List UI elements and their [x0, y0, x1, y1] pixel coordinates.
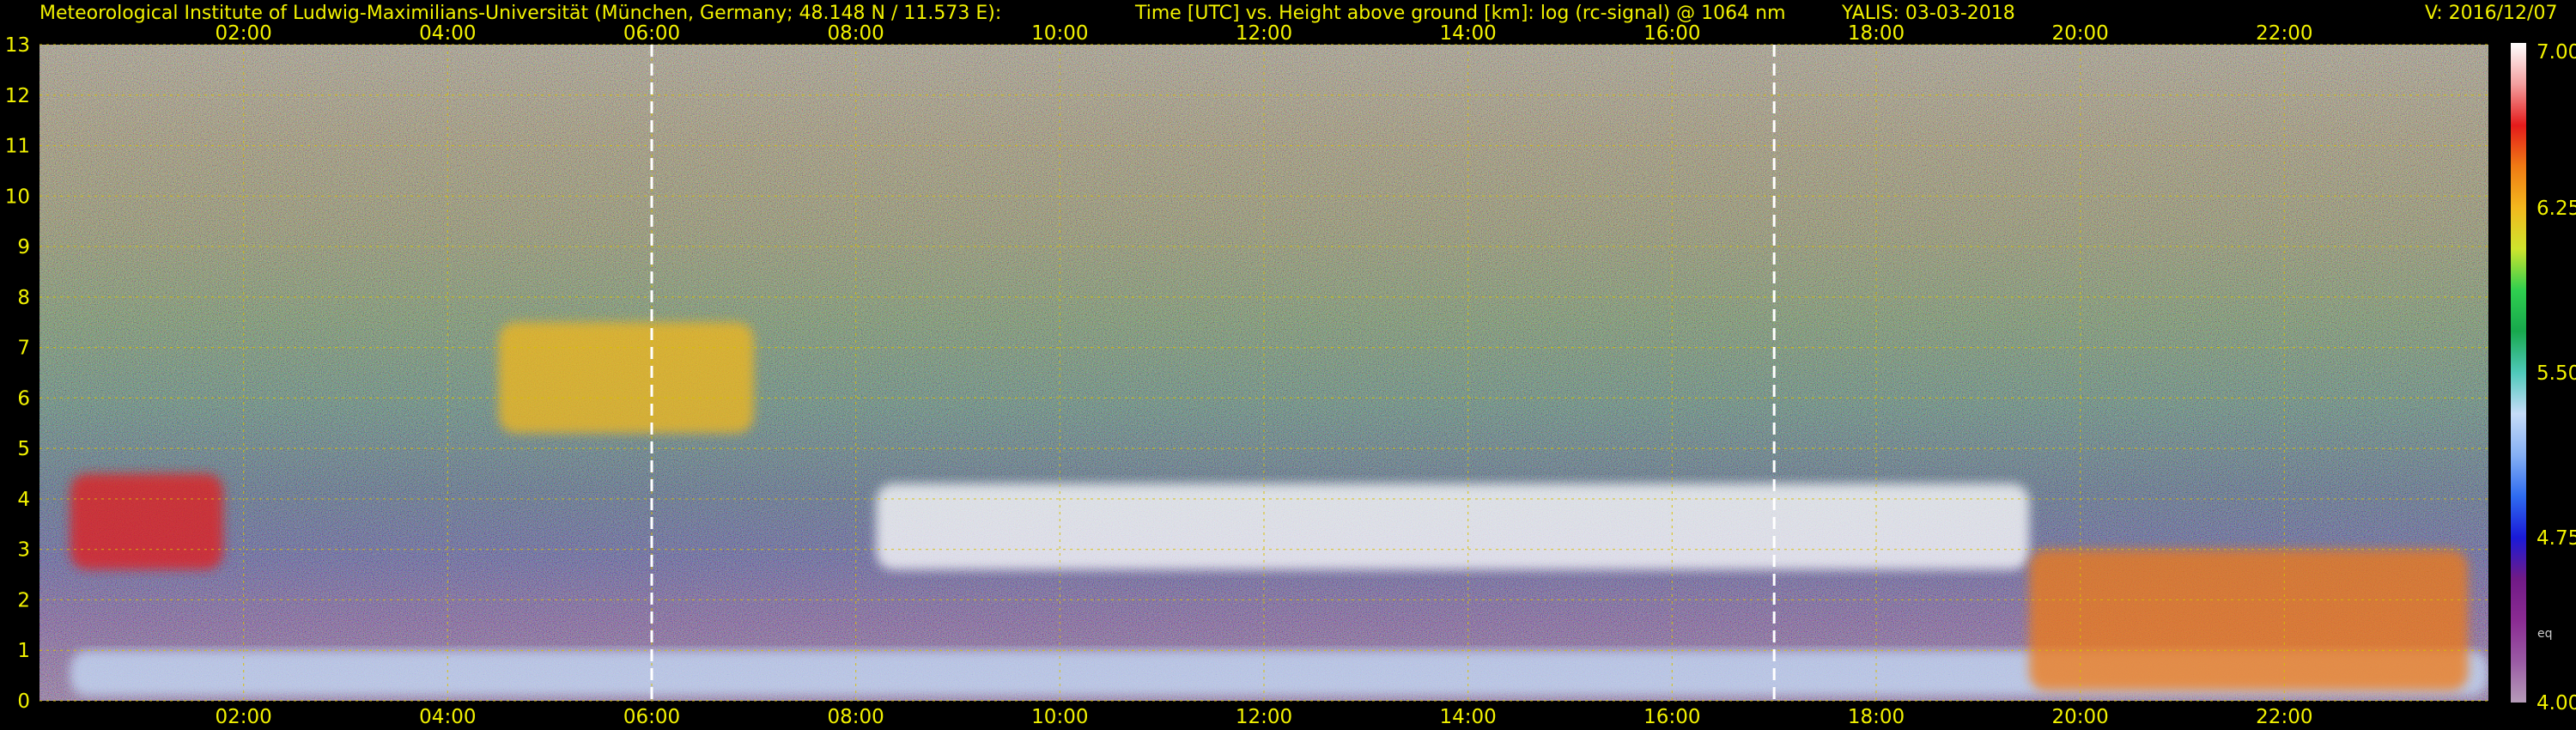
y-tick-label: 7	[17, 338, 30, 360]
y-tick-label: 11	[5, 136, 30, 158]
y-tick-label: 4	[17, 489, 30, 511]
y-tick-label: 12	[5, 85, 30, 107]
feature-low-cloud	[70, 473, 223, 570]
x-tick-label-top: 14:00	[1440, 22, 1497, 45]
y-tick-label: 2	[17, 589, 30, 611]
y-tick-label: 5	[17, 438, 30, 460]
x-tick-label-top: 22:00	[2256, 22, 2312, 45]
x-axis-bottom: 02:00 04:00 06:00 08:00 10:00 12:00 14:00 16:00…	[216, 706, 2313, 728]
colorbar-tick-label: 4.00	[2537, 692, 2576, 715]
x-tick-label-bottom: 02:00	[216, 706, 272, 728]
x-tick-label-bottom: 04:00	[419, 706, 476, 728]
colorbar-bar	[2511, 43, 2526, 703]
header-institute: Meteorological Institute of Ludwig-Maxim…	[39, 3, 1001, 24]
x-tick-label-top: 04:00	[419, 22, 476, 45]
y-tick-label: 8	[17, 287, 30, 309]
colorbar-ticks: 7.00 6.25 5.50 4.75 4.00	[2537, 41, 2576, 715]
x-tick-label-bottom: 06:00	[623, 706, 680, 728]
feature-evening-aerosol	[2029, 549, 2469, 691]
x-tick-label-top: 06:00	[623, 22, 680, 45]
y-tick-label: 13	[5, 34, 30, 57]
y-tick-label: 6	[17, 387, 30, 410]
x-tick-label-top: 02:00	[216, 22, 272, 45]
x-tick-label-top: 20:00	[2052, 22, 2109, 45]
colorbar: 7.00 6.25 5.50 4.75 4.00 eq	[2511, 41, 2576, 715]
x-tick-label-bottom: 12:00	[1236, 706, 1292, 728]
x-tick-label-bottom: 10:00	[1031, 706, 1088, 728]
x-tick-label-top: 10:00	[1031, 22, 1088, 45]
header-version: V: 2016/12/07	[2425, 3, 2557, 24]
feature-cloud-deck	[876, 484, 2030, 570]
lidar-quicklook-chart: Meteorological Institute of Ludwig-Maxim…	[5, 3, 2576, 728]
y-axis: 012345678910111213	[5, 34, 30, 713]
y-tick-label: 1	[17, 640, 30, 662]
x-tick-label-bottom: 20:00	[2052, 706, 2109, 728]
colorbar-note: eq	[2537, 627, 2553, 641]
x-tick-label-top: 18:00	[1848, 22, 1905, 45]
x-tick-label-bottom: 14:00	[1440, 706, 1497, 728]
colorbar-tick-label: 6.25	[2537, 198, 2576, 220]
x-tick-label-bottom: 16:00	[1643, 706, 1700, 728]
y-tick-label: 10	[5, 186, 30, 208]
header-instrument: YALIS: 03-03-2018	[1841, 3, 2015, 24]
colorbar-tick-label: 5.50	[2537, 362, 2576, 385]
feature-elevated-aerosol	[498, 322, 754, 434]
colorbar-tick-label: 7.00	[2537, 41, 2576, 64]
y-tick-label: 0	[17, 690, 30, 713]
x-tick-label-bottom: 08:00	[828, 706, 884, 728]
y-tick-label: 3	[17, 539, 30, 562]
x-axis-top: 02:00 04:00 06:00 08:00 10:00 12:00 14:00 16:00…	[216, 22, 2313, 45]
x-tick-label-top: 12:00	[1236, 22, 1292, 45]
x-tick-label-top: 08:00	[828, 22, 884, 45]
header: Meteorological Institute of Ludwig-Maxim…	[39, 3, 2557, 24]
colorbar-tick-label: 4.75	[2537, 527, 2576, 550]
x-tick-label-bottom: 22:00	[2256, 706, 2312, 728]
x-tick-label-bottom: 18:00	[1848, 706, 1905, 728]
header-description: Time [UTC] vs. Height above ground [km]:…	[1134, 3, 1786, 24]
y-tick-label: 9	[17, 236, 30, 259]
x-tick-label-top: 16:00	[1643, 22, 1700, 45]
